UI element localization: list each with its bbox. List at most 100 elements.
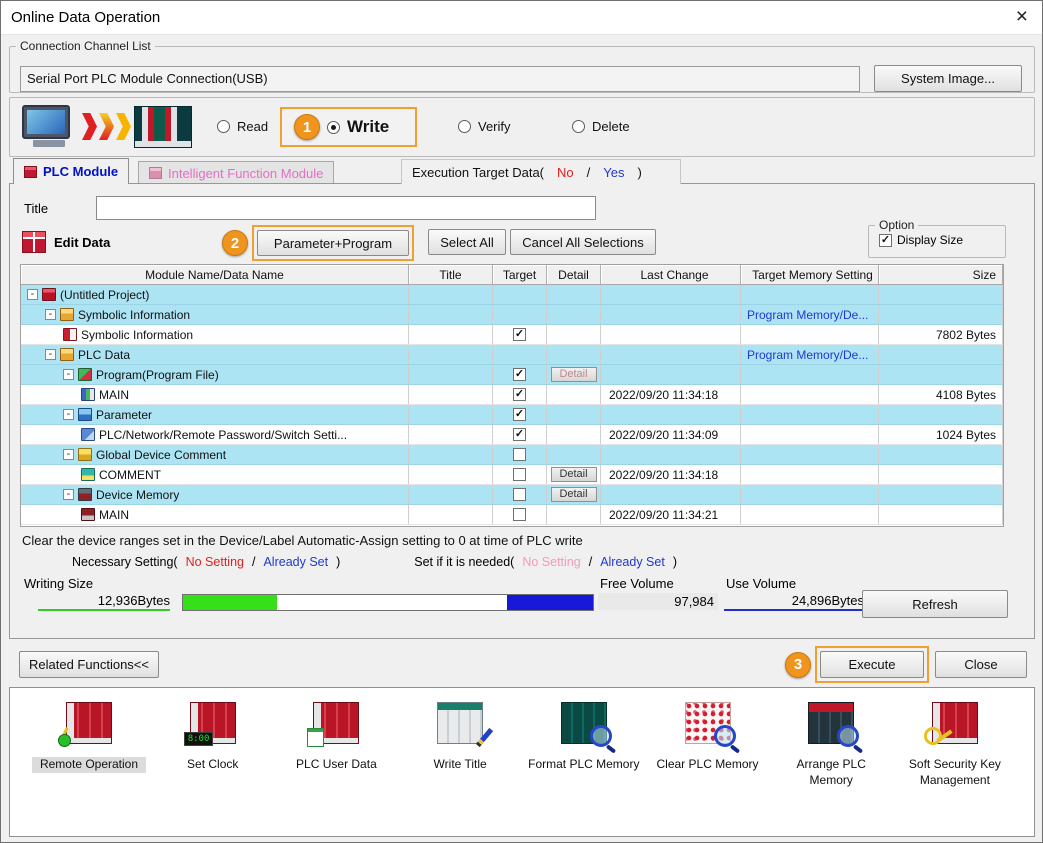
table-cell — [879, 445, 1003, 464]
select-all-button[interactable]: Select All — [428, 229, 506, 255]
table-row[interactable]: Symbolic Information✓7802 Bytes — [21, 325, 1003, 345]
table-cell — [879, 485, 1003, 504]
use-volume-label: Use Volume — [726, 576, 796, 591]
execution-target-separator: / — [587, 165, 591, 180]
column-header[interactable]: Target Memory Setting — [741, 265, 879, 285]
column-header[interactable]: Last Change — [601, 265, 741, 285]
display-size-checkbox[interactable]: ✓ Display Size — [879, 233, 1005, 247]
target-checkbox[interactable]: ✓ — [513, 368, 526, 381]
clear-device-ranges-note: Clear the device ranges set in the Devic… — [22, 533, 583, 548]
detail-button[interactable]: Detail — [551, 467, 597, 482]
target-checkbox[interactable] — [513, 468, 526, 481]
arrange-plc-memory-icon — [808, 702, 854, 744]
operation-options: Read 1Write Verify Delete — [10, 98, 1034, 156]
tree-collapse-icon[interactable]: - — [45, 309, 56, 320]
related-functions-button[interactable]: Related Functions<< — [19, 651, 159, 678]
table-row[interactable]: -(Untitled Project) — [21, 285, 1003, 305]
settings-legend: Necessary Setting( No Setting / Already … — [72, 555, 677, 569]
column-header[interactable]: Module Name/Data Name — [21, 265, 409, 285]
target-checkbox[interactable]: ✓ — [513, 428, 526, 441]
use-volume-value: 24,896Bytes — [724, 593, 864, 611]
detail-button[interactable]: Detail — [551, 487, 597, 502]
table-header-row: Module Name/Data NameTitleTargetDetailLa… — [21, 265, 1003, 285]
table-cell — [547, 345, 601, 364]
target-checkbox[interactable] — [513, 508, 526, 521]
related-function-remote-operation[interactable]: Remote Operation — [32, 702, 146, 836]
table-cell — [879, 285, 1003, 304]
table-cell — [493, 445, 547, 464]
execution-target-suffix: ) — [637, 165, 641, 180]
table-cell: 4108 Bytes — [879, 385, 1003, 404]
radio-label: Write — [347, 117, 389, 137]
column-header[interactable]: Title — [409, 265, 493, 285]
radio-write[interactable]: 1Write — [280, 107, 417, 147]
system-image-button[interactable]: System Image... — [874, 65, 1022, 92]
execute-button[interactable]: Execute — [820, 651, 924, 678]
target-checkbox[interactable]: ✓ — [513, 408, 526, 421]
execution-target-yes[interactable]: Yes — [603, 165, 624, 180]
table-row[interactable]: MAIN2022/09/20 11:34:21 — [21, 505, 1003, 525]
table-cell — [409, 345, 493, 364]
target-checkbox[interactable]: ✓ — [513, 388, 526, 401]
related-function-write-title[interactable]: Write Title — [403, 702, 517, 836]
table-cell — [601, 405, 741, 424]
target-checkbox[interactable] — [513, 488, 526, 501]
table-cell: ✓ — [493, 425, 547, 444]
related-function-format-plc-memory[interactable]: Format PLC Memory — [527, 702, 641, 836]
related-function-arrange-plc-memory[interactable]: Arrange PLC Memory — [774, 702, 888, 836]
related-function-soft-security-key-management[interactable]: Soft Security Key Management — [898, 702, 1012, 836]
radio-delete[interactable]: Delete — [572, 119, 630, 134]
table-row[interactable]: COMMENTDetail2022/09/20 11:34:18 — [21, 465, 1003, 485]
table-body: -(Untitled Project)-Symbolic Information… — [21, 285, 1003, 525]
step-2-badge: 2 — [222, 230, 248, 256]
close-icon[interactable]: × — [1016, 5, 1028, 29]
column-header[interactable]: Detail — [547, 265, 601, 285]
title-label: Title — [24, 201, 48, 216]
related-function-set-clock[interactable]: 8:00Set Clock — [156, 702, 270, 836]
refresh-button[interactable]: Refresh — [862, 590, 1008, 618]
table-cell — [601, 445, 741, 464]
cancel-all-selections-button[interactable]: Cancel All Selections — [510, 229, 656, 255]
target-checkbox[interactable] — [513, 448, 526, 461]
row-label: MAIN — [99, 508, 129, 522]
format-plc-memory-icon — [561, 702, 607, 744]
column-header[interactable]: Target — [493, 265, 547, 285]
related-function-plc-user-data[interactable]: PLC User Data — [279, 702, 393, 836]
row-label: Device Memory — [96, 488, 179, 502]
table-cell — [741, 405, 879, 424]
detail-button[interactable]: Detail — [551, 367, 597, 382]
related-function-clear-plc-memory[interactable]: Clear PLC Memory — [651, 702, 765, 836]
connection-channel-field[interactable]: Serial Port PLC Module Connection(USB) — [20, 66, 860, 92]
tab-plc-module[interactable]: PLC Module — [13, 158, 129, 184]
table-row[interactable]: -Global Device Comment — [21, 445, 1003, 465]
table-row[interactable]: PLC/Network/Remote Password/Switch Setti… — [21, 425, 1003, 445]
table-cell: Detail — [547, 465, 601, 484]
table-row[interactable]: MAIN✓2022/09/20 11:34:184108 Bytes — [21, 385, 1003, 405]
table-row[interactable]: - Device Memory Detail — [21, 485, 1003, 505]
tree-collapse-icon[interactable]: - — [63, 369, 74, 380]
related-function-label: Remote Operation — [32, 757, 146, 773]
close-dialog-button[interactable]: Close — [935, 651, 1027, 678]
tab-intelligent-function-module[interactable]: Intelligent Function Module — [138, 161, 334, 184]
tree-collapse-icon[interactable]: - — [63, 489, 74, 500]
tree-collapse-icon[interactable]: - — [45, 349, 56, 360]
tree-collapse-icon[interactable]: - — [27, 289, 38, 300]
tree-collapse-icon[interactable]: - — [63, 449, 74, 460]
title-input[interactable] — [96, 196, 596, 220]
column-header[interactable]: Size — [879, 265, 1003, 285]
radio-read[interactable]: Read — [217, 119, 268, 134]
clock-display-text: 8:00 — [184, 732, 214, 746]
table-row[interactable]: -Program(Program File)✓Detail — [21, 365, 1003, 385]
table-row[interactable]: -Symbolic InformationProgram Memory/De..… — [21, 305, 1003, 325]
table-cell — [741, 445, 879, 464]
execution-target-data: Execution Target Data( No / Yes ) — [401, 159, 681, 184]
table-row[interactable]: -PLC DataProgram Memory/De... — [21, 345, 1003, 365]
radio-verify[interactable]: Verify — [458, 119, 511, 134]
target-checkbox[interactable]: ✓ — [513, 328, 526, 341]
row-label: Parameter — [96, 408, 152, 422]
free-volume-value: 97,984 — [598, 593, 718, 610]
table-row[interactable]: - Parameter ✓ — [21, 405, 1003, 425]
parameter-program-button[interactable]: Parameter+Program — [257, 230, 409, 256]
execution-target-no[interactable]: No — [557, 165, 574, 180]
tree-collapse-icon[interactable]: - — [63, 409, 74, 420]
